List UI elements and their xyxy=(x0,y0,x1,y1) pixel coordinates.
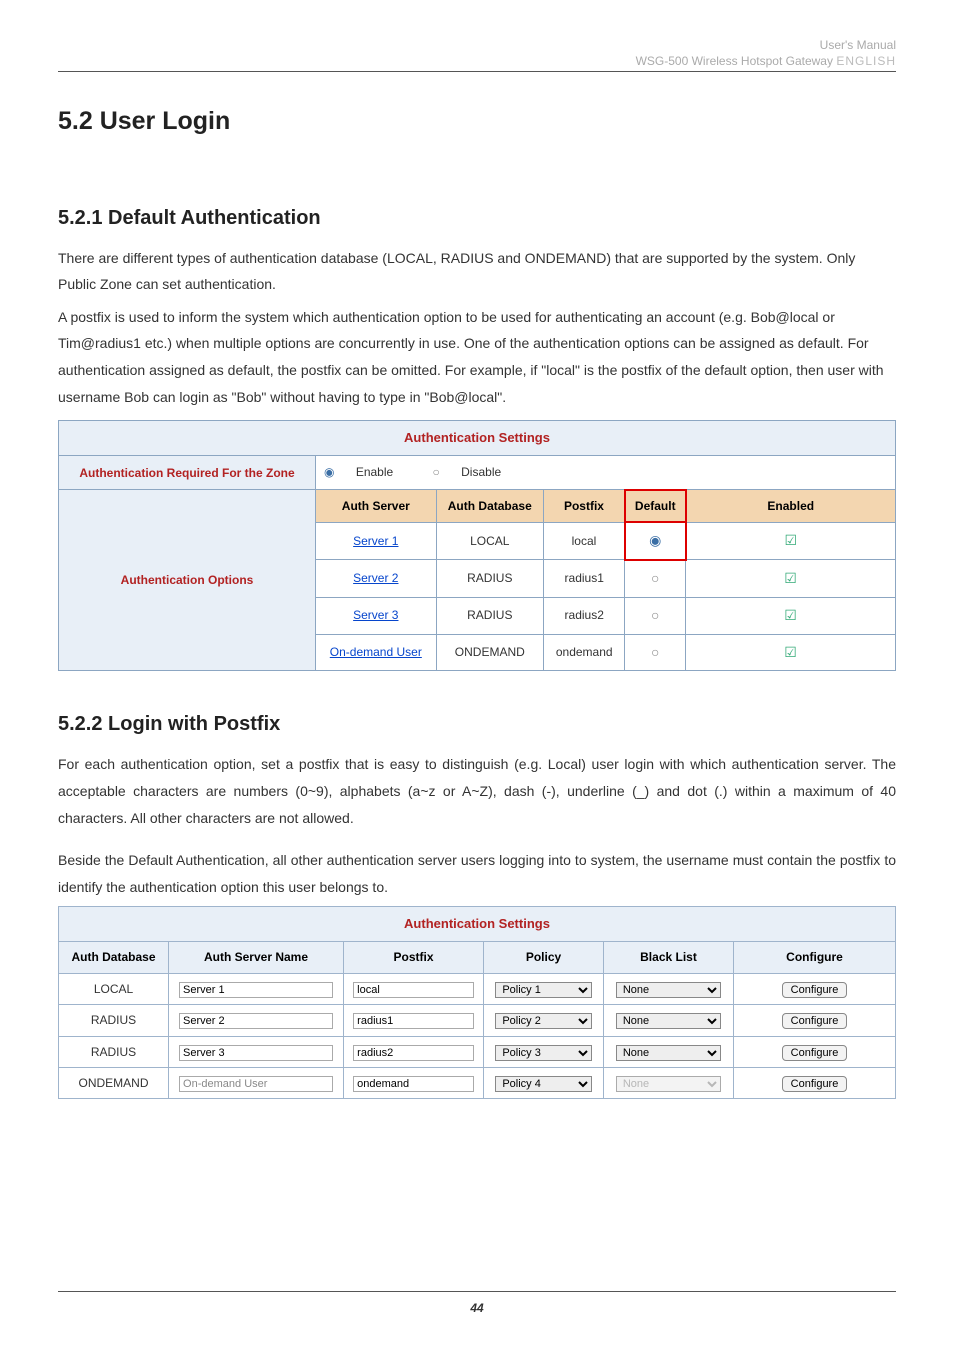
cell-postfix: radius1 xyxy=(543,560,625,597)
radio-enable[interactable]: Enable xyxy=(324,465,411,479)
input-postfix-1[interactable] xyxy=(353,982,474,998)
col-auth-db: Auth Database xyxy=(436,490,543,522)
checkbox-icon xyxy=(784,532,797,548)
table-row: ONDEMAND Policy 4 None Configure xyxy=(59,1067,896,1098)
select-blacklist-4: None xyxy=(616,1076,721,1092)
auth-required-radio-group: Enable Disable xyxy=(316,456,896,490)
auth-settings-table-1: Authentication Settings Authentication R… xyxy=(58,420,896,671)
col-auth-server-name: Auth Server Name xyxy=(169,942,344,973)
input-postfix-3[interactable] xyxy=(353,1045,474,1061)
input-server-name-2[interactable] xyxy=(179,1013,333,1029)
cell-db: RADIUS xyxy=(59,1005,169,1036)
radio-default-3[interactable] xyxy=(625,597,686,634)
cell-db: ONDEMAND xyxy=(436,634,543,671)
radio-default-1[interactable] xyxy=(625,522,686,560)
select-blacklist-1[interactable]: None xyxy=(616,982,721,998)
radio-on-icon xyxy=(324,465,334,479)
checkbox-icon xyxy=(784,570,797,586)
page-number: 44 xyxy=(470,1301,483,1315)
configure-button-2[interactable]: Configure xyxy=(782,1013,848,1029)
cell-postfix: local xyxy=(543,522,625,560)
section-heading-5-2-2: 5.2.2 Login with Postfix xyxy=(58,707,896,741)
auth-settings-table-2: Authentication Settings Auth Database Au… xyxy=(58,906,896,1099)
select-policy-4[interactable]: Policy 4 xyxy=(495,1076,591,1092)
input-postfix-4[interactable] xyxy=(353,1076,474,1092)
label-auth-required-zone: Authentication Required For the Zone xyxy=(59,456,316,490)
header-line-1: User's Manual xyxy=(58,38,896,54)
section-heading-5-2-1: 5.2.1 Default Authentication xyxy=(58,201,896,235)
header-product: WSG-500 Wireless Hotspot Gateway xyxy=(636,54,837,68)
checkbox-enabled-1[interactable] xyxy=(686,522,896,560)
table2-title: Authentication Settings xyxy=(59,907,896,942)
radio-off-icon xyxy=(651,644,659,660)
radio-disable-label: Disable xyxy=(461,465,501,479)
radio-disable[interactable]: Disable xyxy=(433,465,520,479)
radio-off-icon xyxy=(651,607,659,623)
cell-postfix: ondemand xyxy=(543,634,625,671)
link-server-3[interactable]: Server 3 xyxy=(353,608,398,622)
cell-db: RADIUS xyxy=(59,1036,169,1067)
configure-button-4[interactable]: Configure xyxy=(782,1076,848,1092)
col-configure: Configure xyxy=(734,942,896,973)
select-policy-1[interactable]: Policy 1 xyxy=(495,982,591,998)
paragraph-5-2-2-b: Beside the Default Authentication, all o… xyxy=(58,847,896,900)
configure-button-1[interactable]: Configure xyxy=(782,982,848,998)
col-auth-database: Auth Database xyxy=(59,942,169,973)
col-policy: Policy xyxy=(484,942,604,973)
cell-db: ONDEMAND xyxy=(59,1067,169,1098)
cell-db: LOCAL xyxy=(436,522,543,560)
checkbox-enabled-2[interactable] xyxy=(686,560,896,597)
link-ondemand-user[interactable]: On-demand User xyxy=(330,645,422,659)
paragraph-5-2-2-a: For each authentication option, set a po… xyxy=(58,751,896,831)
page-header: User's Manual WSG-500 Wireless Hotspot G… xyxy=(58,38,896,71)
page-footer: 44 xyxy=(0,1291,954,1320)
configure-button-3[interactable]: Configure xyxy=(782,1045,848,1061)
radio-off-icon xyxy=(433,465,440,479)
header-line-2: WSG-500 Wireless Hotspot Gateway ENGLISH xyxy=(58,54,896,70)
table-row: RADIUS Policy 3 None Configure xyxy=(59,1036,896,1067)
table1-title: Authentication Settings xyxy=(59,421,896,456)
radio-enable-label: Enable xyxy=(356,465,393,479)
section-heading-5-2: 5.2 User Login xyxy=(58,100,896,143)
input-server-name-4 xyxy=(179,1076,333,1092)
select-policy-2[interactable]: Policy 2 xyxy=(495,1013,591,1029)
radio-on-icon xyxy=(649,532,661,548)
footer-rule xyxy=(58,1291,896,1292)
select-blacklist-3[interactable]: None xyxy=(616,1045,721,1061)
col-default: Default xyxy=(625,490,686,522)
checkbox-enabled-3[interactable] xyxy=(686,597,896,634)
link-server-1[interactable]: Server 1 xyxy=(353,534,398,548)
col-enabled: Enabled xyxy=(686,490,896,522)
link-server-2[interactable]: Server 2 xyxy=(353,571,398,585)
label-auth-options: Authentication Options xyxy=(59,490,316,671)
input-server-name-3[interactable] xyxy=(179,1045,333,1061)
checkbox-icon xyxy=(784,607,797,623)
table-row: LOCAL Policy 1 None Configure xyxy=(59,973,896,1004)
radio-default-2[interactable] xyxy=(625,560,686,597)
input-postfix-2[interactable] xyxy=(353,1013,474,1029)
input-server-name-1[interactable] xyxy=(179,982,333,998)
select-policy-3[interactable]: Policy 3 xyxy=(495,1045,591,1061)
radio-default-4[interactable] xyxy=(625,634,686,671)
cell-db: RADIUS xyxy=(436,597,543,634)
cell-db: RADIUS xyxy=(436,560,543,597)
col-postfix: Postfix xyxy=(543,490,625,522)
col-black-list: Black List xyxy=(604,942,734,973)
cell-db: LOCAL xyxy=(59,973,169,1004)
select-blacklist-2[interactable]: None xyxy=(616,1013,721,1029)
col-postfix: Postfix xyxy=(344,942,484,973)
radio-off-icon xyxy=(651,570,659,586)
cell-postfix: radius2 xyxy=(543,597,625,634)
checkbox-enabled-4[interactable] xyxy=(686,634,896,671)
paragraph-5-2-1-b: A postfix is used to inform the system w… xyxy=(58,304,896,410)
header-rule xyxy=(58,71,896,72)
paragraph-5-2-1-a: There are different types of authenticat… xyxy=(58,245,896,298)
table-row: RADIUS Policy 2 None Configure xyxy=(59,1005,896,1036)
checkbox-icon xyxy=(784,644,797,660)
header-language: ENGLISH xyxy=(836,54,896,68)
col-auth-server: Auth Server xyxy=(316,490,437,522)
